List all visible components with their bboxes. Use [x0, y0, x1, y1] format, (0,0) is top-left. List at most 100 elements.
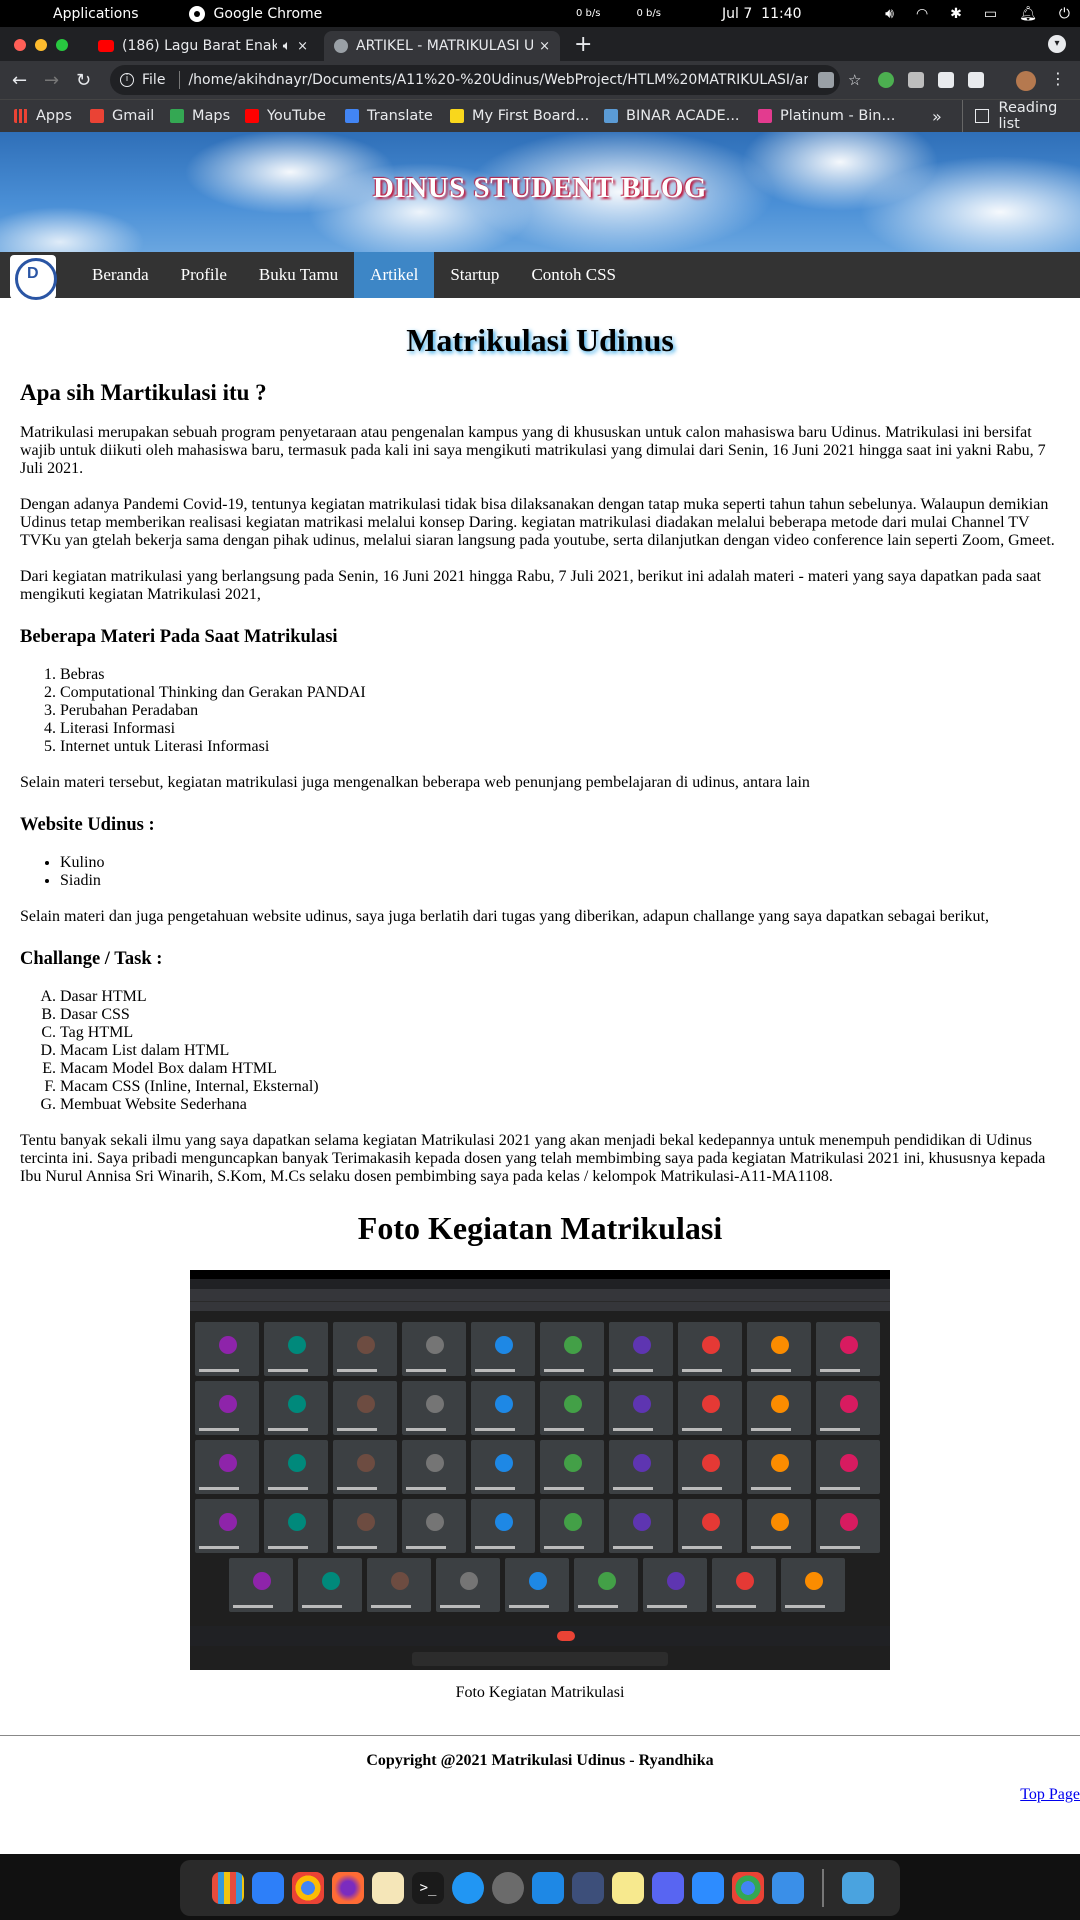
bookmark-trello-board[interactable]: My First Board... [450, 108, 589, 124]
bookmark-translate[interactable]: Translate [345, 108, 433, 124]
minimize-window-button[interactable] [35, 39, 47, 51]
finder-secondary-icon[interactable] [772, 1872, 804, 1904]
participant-tile [229, 1558, 293, 1612]
url-text[interactable]: /home/akihdnayr/Documents/A11%20-%20Udin… [188, 72, 808, 88]
back-arrow-icon[interactable]: ← [12, 70, 27, 91]
profile-avatar[interactable] [1016, 71, 1036, 91]
notes-icon[interactable] [372, 1872, 404, 1904]
participant-name [199, 1428, 239, 1431]
sticky-note-icon[interactable] [612, 1872, 644, 1904]
vscode-icon[interactable] [572, 1872, 604, 1904]
nav-buku-tamu[interactable]: Buku Tamu [243, 252, 354, 298]
forward-arrow-icon[interactable]: → [44, 70, 59, 91]
tab-close-icon[interactable]: × [539, 39, 550, 54]
bookmark-platinum[interactable]: Platinum - Bin... [758, 108, 895, 124]
extension-globe-icon[interactable] [878, 72, 894, 88]
search-app-icon[interactable] [452, 1872, 484, 1904]
bookmark-label: Platinum - Bin... [780, 108, 896, 124]
participant-avatar [840, 1336, 858, 1354]
zoom-icon[interactable] [692, 1872, 724, 1904]
more-bookmarks-icon[interactable]: » [932, 107, 942, 126]
participant-avatar [253, 1572, 271, 1590]
date: Jul 7 [722, 5, 753, 22]
app-grid-icon[interactable] [212, 1872, 244, 1904]
notification-bell-icon[interactable]: 🔔︎ [1019, 6, 1037, 22]
power-icon[interactable]: ⏻ [1059, 6, 1070, 22]
participant-name [475, 1428, 515, 1431]
participant-tile [781, 1558, 845, 1612]
close-window-button[interactable] [14, 39, 26, 51]
bookmark-maps[interactable]: Maps [170, 108, 230, 124]
translate-icon[interactable] [818, 72, 834, 88]
image-os-bar [190, 1270, 890, 1279]
tab-close-icon[interactable]: × [297, 39, 308, 54]
participant-tile [712, 1558, 776, 1612]
board-icon [450, 109, 464, 123]
battery-icon[interactable]: ▭ [984, 6, 997, 22]
chrome-icon[interactable] [292, 1872, 324, 1904]
participant-avatar [391, 1572, 409, 1590]
participant-name [682, 1546, 722, 1549]
clock[interactable]: Jul 7 11:40 [722, 6, 802, 22]
bookmark-youtube[interactable]: YouTube [245, 108, 326, 124]
nav-contoh-css[interactable]: Contoh CSS [515, 252, 632, 298]
bookmark-apps[interactable]: Apps [14, 108, 72, 124]
finder-icon[interactable] [252, 1872, 284, 1904]
participant-avatar [495, 1513, 513, 1531]
participant-name [440, 1605, 480, 1608]
browser-tab-strip: (186) Lagu Barat Enak 🔈︎ × ARTIKEL - MAT… [0, 27, 1080, 61]
chrome-secondary-icon[interactable] [732, 1872, 764, 1904]
participant-row [195, 1558, 885, 1612]
settings-gear-icon[interactable] [492, 1872, 524, 1904]
bookmark-binar[interactable]: BINAR ACADE... [604, 108, 740, 124]
site-info-icon[interactable]: i [120, 73, 134, 87]
image-end-call-icon [557, 1631, 575, 1641]
address-bar[interactable]: i File /home/akihdnayr/Documents/A11%20-… [110, 65, 840, 95]
terminal-icon[interactable]: >_ [412, 1872, 444, 1904]
nav-artikel[interactable]: Artikel [354, 252, 435, 298]
participant-name [613, 1487, 653, 1490]
maximize-window-button[interactable] [56, 39, 68, 51]
nav-beranda[interactable]: Beranda [76, 252, 165, 298]
maps-app-icon[interactable] [532, 1872, 564, 1904]
reading-list-button[interactable]: Reading list [962, 100, 1080, 132]
tab-youtube[interactable]: (186) Lagu Barat Enak 🔈︎ × [88, 31, 318, 61]
bookmark-gmail[interactable]: Gmail [90, 108, 154, 124]
bluetooth-icon[interactable]: ✱ [950, 6, 962, 22]
participant-avatar [288, 1513, 306, 1531]
bookmark-star-icon[interactable]: ☆ [848, 72, 864, 88]
firefox-icon[interactable] [332, 1872, 364, 1904]
participant-avatar [702, 1336, 720, 1354]
tab-search-icon[interactable]: ▾ [1048, 35, 1066, 53]
participant-tile [333, 1499, 397, 1553]
wifi-icon[interactable]: ◠ [916, 6, 928, 22]
participant-name [544, 1487, 584, 1490]
browser-menu-icon[interactable]: ⋮ [1050, 69, 1066, 88]
participant-tile [195, 1499, 259, 1553]
camera-icon[interactable] [908, 72, 924, 88]
tab-artikel[interactable]: ARTIKEL - MATRIKULASI UDINUS × [324, 31, 560, 61]
volume-icon[interactable]: 🔊︎ [885, 6, 894, 22]
media-control-icon[interactable] [968, 72, 984, 88]
tab-title: ARTIKEL - MATRIKULASI UDINUS [356, 38, 534, 54]
apps-grid-icon [14, 109, 28, 123]
nav-startup[interactable]: Startup [434, 252, 515, 298]
blog-banner: DINUS STUDENT BLOG [0, 132, 1080, 252]
nav-menu: Beranda Profile Buku Tamu Artikel Startu… [76, 252, 632, 298]
nav-profile[interactable]: Profile [165, 252, 243, 298]
participant-avatar [357, 1395, 375, 1413]
active-app-menu[interactable]: Google Chrome [188, 5, 322, 22]
participant-name [233, 1605, 273, 1608]
applications-menu[interactable]: Applications [53, 6, 139, 22]
discord-icon[interactable] [652, 1872, 684, 1904]
maps-icon [170, 109, 184, 123]
participant-name [337, 1546, 377, 1549]
top-page-link[interactable]: Top Page [1020, 1786, 1080, 1804]
reload-icon[interactable]: ↻ [76, 70, 91, 91]
new-tab-button[interactable]: + [574, 32, 592, 57]
speaker-icon[interactable]: 🔈︎ [283, 38, 291, 54]
folder-icon[interactable] [842, 1872, 874, 1904]
puzzle-icon[interactable] [938, 72, 954, 88]
list-item: Computational Thinking dan Gerakan PANDA… [60, 684, 1060, 702]
time: 11:40 [761, 5, 802, 22]
